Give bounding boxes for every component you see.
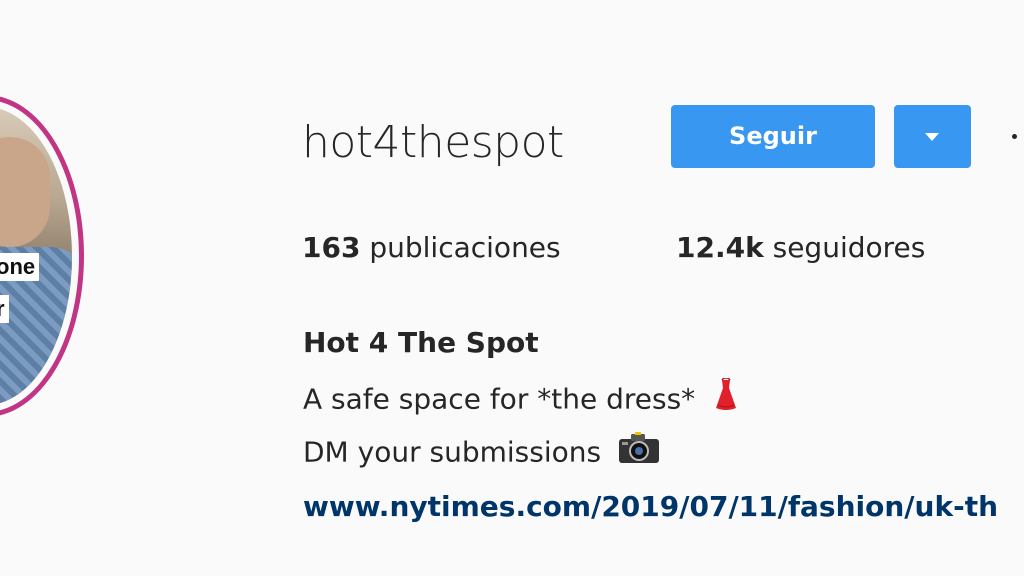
followers-count-stat[interactable]: 12.4k seguidores xyxy=(676,228,925,268)
followers-label: seguidores xyxy=(763,231,926,264)
avatar-overlay-text-2: r xyxy=(0,295,9,323)
ellipsis-icon[interactable] xyxy=(1008,118,1024,154)
dot xyxy=(1012,134,1017,139)
profile-username: hot4thespot xyxy=(302,117,564,168)
avatar-overlay-text-1: one xyxy=(0,253,40,281)
bio-external-link[interactable]: www.nytimes.com/2019/07/11/fashion/uk-th xyxy=(303,487,998,527)
posts-label: publicaciones xyxy=(360,231,561,264)
dress-emoji-icon xyxy=(712,377,740,423)
avatar-face xyxy=(0,137,50,247)
instagram-profile-page: one r hot4thespot Seguir 163 publicacion… xyxy=(0,0,1024,576)
camera-emoji-icon xyxy=(618,432,660,475)
follow-button[interactable]: Seguir xyxy=(671,105,875,168)
caret-down-icon xyxy=(925,133,939,141)
profile-avatar[interactable]: one r xyxy=(0,95,92,425)
bio-line-1: A safe space for *the dress* xyxy=(303,377,740,423)
bio-line-2-text: DM your submissions xyxy=(303,435,602,469)
bio-line-1-text: A safe space for *the dress* xyxy=(303,382,696,416)
posts-count-stat: 163 publicaciones xyxy=(302,228,561,268)
bio-line-2: DM your submissions xyxy=(303,432,660,475)
profile-full-name: Hot 4 The Spot xyxy=(303,326,539,359)
posts-count: 163 xyxy=(302,231,361,264)
followers-count: 12.4k xyxy=(676,231,764,264)
suggestions-dropdown-button[interactable] xyxy=(894,105,971,168)
